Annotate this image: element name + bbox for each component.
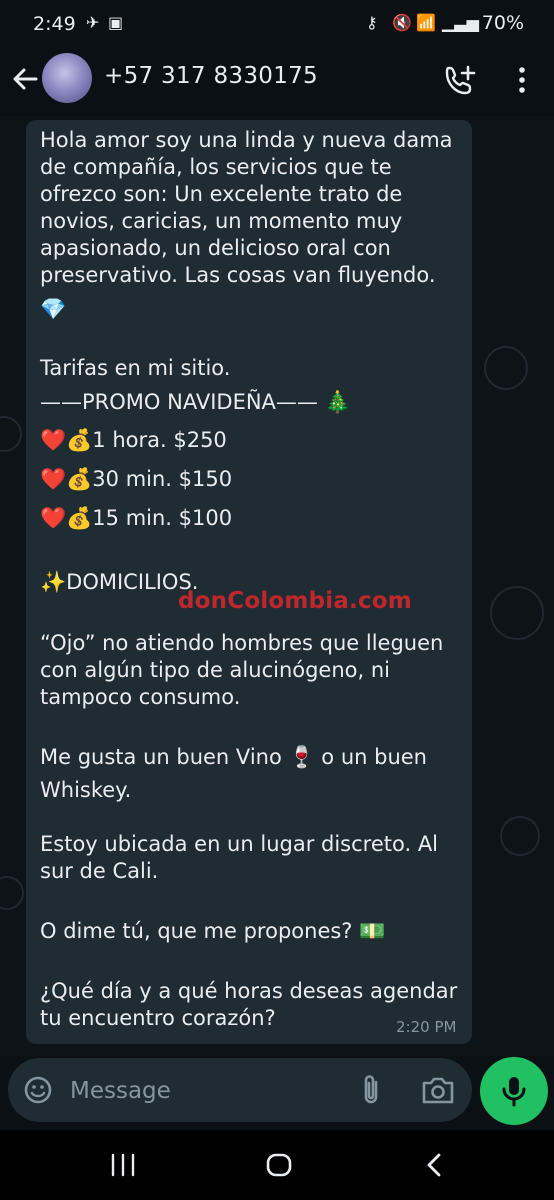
price-line: ❤️💰1 hora. $250 bbox=[40, 428, 227, 452]
dnd-icon: ✈ bbox=[86, 13, 100, 32]
wallpaper-doodle bbox=[484, 346, 528, 390]
price-line: ❤️💰15 min. $100 bbox=[40, 506, 233, 530]
message-line: Estoy ubicada en un lugar discreto. Al bbox=[40, 832, 439, 856]
message-line: “Ojo” no atiendo hombres que lleguen bbox=[40, 631, 444, 655]
contact-name[interactable]: +57 317 8330175 bbox=[104, 63, 318, 89]
message-line: Hola amor soy una linda y nueva dama bbox=[40, 128, 453, 152]
camera-icon[interactable] bbox=[420, 1074, 456, 1106]
message-line: novios, caricias, un momento muy bbox=[40, 209, 403, 233]
wallpaper-doodle bbox=[0, 876, 24, 910]
message-line: Tarifas en mi sitio. bbox=[40, 356, 231, 380]
message-line: ——PROMO NAVIDEÑA—— 🎄 bbox=[40, 390, 351, 414]
battery-level: 70% bbox=[481, 12, 524, 34]
add-call-icon[interactable] bbox=[444, 64, 478, 96]
avatar[interactable] bbox=[42, 53, 92, 103]
message-line: tampoco consumo. bbox=[40, 685, 241, 709]
microphone-icon bbox=[502, 1077, 526, 1107]
signal-icon: ▁▃▅ bbox=[442, 13, 479, 32]
message-line: Me gusta un buen Vino 🍷 o un buen bbox=[40, 745, 427, 769]
watermark: donColombia.com bbox=[178, 588, 412, 614]
message-input[interactable] bbox=[68, 1072, 342, 1110]
message-line: preservativo. Las cosas van fluyendo. bbox=[40, 263, 436, 287]
back-arrow-icon[interactable] bbox=[10, 64, 40, 94]
message-line: O dime tú, que me propones? 💵 bbox=[40, 919, 386, 943]
message-line: Whiskey. bbox=[40, 778, 132, 802]
system-nav-bar bbox=[0, 1130, 554, 1200]
chat-header: +57 317 8330175 bbox=[0, 50, 554, 116]
key-icon: ⚷ bbox=[366, 13, 378, 32]
status-time: 2:49 bbox=[33, 13, 76, 35]
message-line: ¿Qué día y a qué horas deseas agendar bbox=[40, 979, 458, 1003]
emoji-icon[interactable] bbox=[22, 1074, 54, 1106]
attachment-icon[interactable] bbox=[356, 1072, 386, 1108]
wallpaper-doodle bbox=[490, 586, 544, 640]
wallpaper-doodle bbox=[0, 416, 22, 452]
more-options-icon[interactable] bbox=[512, 64, 532, 96]
message-timestamp: 2:20 PM bbox=[396, 1018, 457, 1036]
message-line: apasionado, un delicioso oral con bbox=[40, 236, 391, 260]
mic-button[interactable] bbox=[480, 1057, 548, 1125]
message-line: sur de Cali. bbox=[40, 859, 159, 883]
message-line: 💎 bbox=[40, 297, 67, 321]
status-bar: 2:49 ✈ ▣ ⚷ 🔇 📶 ▁▃▅ 70% bbox=[0, 0, 554, 50]
mute-icon: 🔇 bbox=[392, 13, 412, 32]
gallery-icon: ▣ bbox=[108, 13, 124, 32]
wifi-icon: 📶 bbox=[416, 13, 436, 32]
message-line: ofrezco son: Un excelente trato de bbox=[40, 182, 403, 206]
message-line: ✨DOMICILIOS. bbox=[40, 570, 199, 594]
message-line: tu encuentro corazón? bbox=[40, 1006, 276, 1030]
message-line: con algún tipo de alucinógeno, ni bbox=[40, 658, 391, 682]
home-icon[interactable] bbox=[264, 1150, 294, 1180]
recents-icon[interactable] bbox=[108, 1152, 138, 1178]
wallpaper-doodle bbox=[500, 816, 540, 856]
price-line: ❤️💰30 min. $150 bbox=[40, 467, 233, 491]
message-line: de compañía, los servicios que te bbox=[40, 155, 392, 179]
nav-back-icon[interactable] bbox=[420, 1150, 450, 1180]
message-composer bbox=[8, 1058, 472, 1122]
